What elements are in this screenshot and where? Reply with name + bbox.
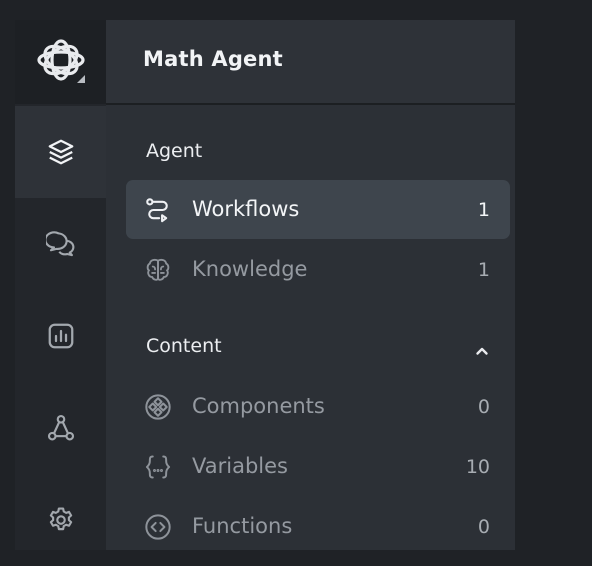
agent-title: Math Agent [143, 47, 283, 71]
nav-item-variables[interactable]: Variables 10 [126, 437, 510, 496]
logo-menu-indicator [77, 75, 85, 83]
nav-item-workflows[interactable]: Workflows 1 [126, 180, 510, 239]
nav-count-functions: 0 [477, 516, 490, 538]
section-label-content: Content [146, 335, 222, 357]
navigation-panel: Math Agent Agent Workflows 1 Knowledge 1… [106, 20, 515, 550]
nav-label-workflows: Workflows [192, 197, 300, 221]
nav-count-workflows: 1 [477, 199, 490, 221]
chat-bubbles-icon [45, 231, 74, 257]
code-circle-icon [145, 514, 171, 540]
nav-item-components[interactable]: Components 0 [126, 377, 510, 436]
layers-icon [48, 139, 73, 165]
panel-header: Math Agent [106, 20, 515, 105]
nav-item-functions[interactable]: Functions 0 [126, 497, 510, 556]
nav-count-knowledge: 1 [477, 259, 490, 281]
rail-item-settings[interactable] [15, 474, 106, 566]
workflow-route-icon [146, 198, 168, 223]
section-label-agent: Agent [146, 140, 203, 162]
variables-braces-icon [145, 455, 171, 479]
nav-count-variables: 10 [465, 456, 490, 478]
nav-count-components: 0 [477, 396, 490, 418]
brain-icon [146, 258, 170, 281]
components-diamond-icon [145, 394, 171, 420]
nav-label-components: Components [192, 394, 325, 418]
nav-label-functions: Functions [192, 514, 293, 538]
graph-nodes-icon [47, 414, 74, 441]
chevron-up-icon[interactable] [475, 344, 489, 358]
bar-chart-icon [48, 323, 73, 349]
rail-item-integrations[interactable] [15, 382, 106, 474]
rail-item-layers[interactable] [15, 106, 106, 198]
icon-rail [15, 20, 106, 550]
nav-label-knowledge: Knowledge [192, 257, 308, 281]
app-logo[interactable] [15, 20, 106, 104]
gear-icon [49, 507, 72, 531]
nav-label-variables: Variables [192, 454, 288, 478]
nav-item-knowledge[interactable]: Knowledge 1 [126, 240, 510, 299]
rail-item-analytics[interactable] [15, 290, 106, 382]
rail-item-chat[interactable] [15, 198, 106, 290]
